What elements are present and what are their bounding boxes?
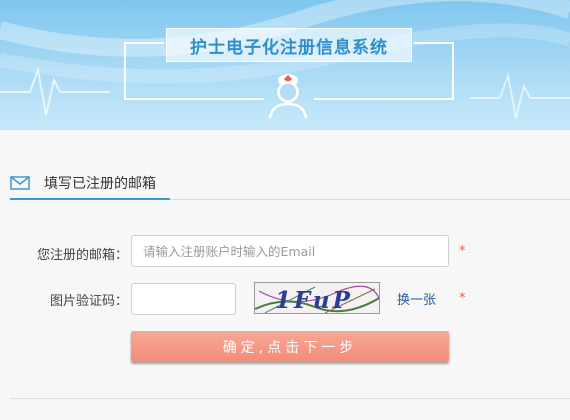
- bottom-divider: [10, 398, 570, 399]
- system-title: 护士电子化注册信息系统: [190, 37, 388, 58]
- captcha-label: 图片验证码：: [49, 294, 128, 309]
- heartbeat-line-right: [470, 72, 570, 119]
- refresh-captcha-link[interactable]: 换一张: [397, 289, 436, 308]
- banner-frame-bottom-left: [124, 98, 264, 100]
- banner-frame-right: [414, 42, 454, 100]
- section-tab-label: 填写已注册的邮箱: [44, 176, 156, 192]
- captcha-text: 1FuP: [275, 287, 353, 314]
- banner-frame-bottom-right: [314, 98, 454, 100]
- section-tab: 填写已注册的邮箱: [10, 168, 156, 198]
- nurse-icon: [268, 74, 308, 119]
- email-required-mark: *: [459, 244, 466, 259]
- system-title-box: 护士电子化注册信息系统: [166, 28, 412, 62]
- captcha-graphic: 1FuP: [255, 285, 379, 314]
- captcha-input[interactable]: [131, 283, 236, 315]
- captcha-image[interactable]: 1FuP: [254, 282, 380, 314]
- submit-next-button[interactable]: 确定,点击下一步: [131, 331, 449, 362]
- header-banner: 护士电子化注册信息系统: [0, 0, 570, 130]
- captcha-required-mark: *: [459, 291, 466, 306]
- mail-icon: [10, 176, 30, 190]
- banner-frame-left: [124, 42, 164, 100]
- section-tab-underline: [10, 198, 170, 200]
- email-label: 您注册的邮箱：: [36, 248, 128, 263]
- email-input[interactable]: [131, 235, 449, 267]
